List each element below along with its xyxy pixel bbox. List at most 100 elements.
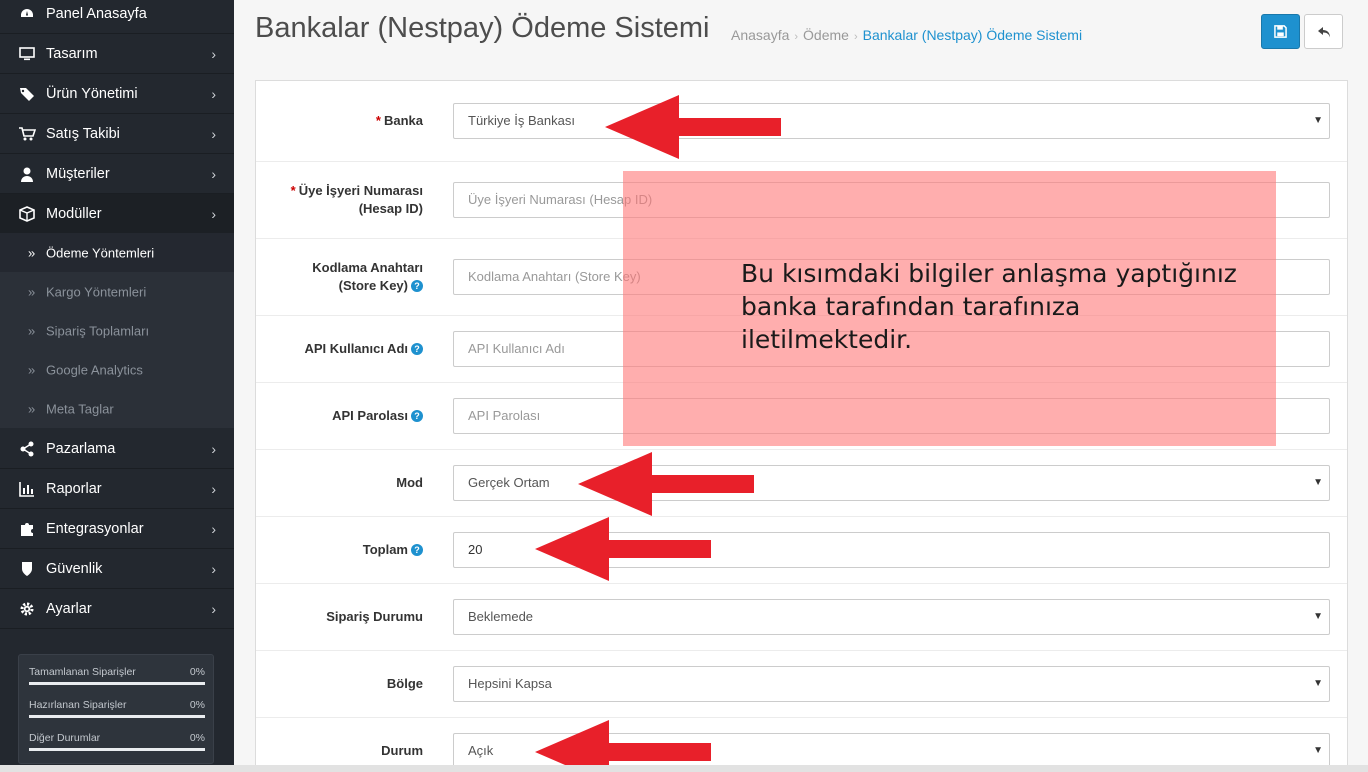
help-icon[interactable]: ?: [411, 544, 423, 556]
stat-completed: Tamamlanan Siparişler 0%: [29, 666, 205, 685]
stat-label: Tamamlanan Siparişler: [29, 666, 136, 678]
sidebar-item-label: Entegrasyonlar: [46, 520, 144, 537]
sidebar-item-dashboard[interactable]: Panel Anasayfa: [0, 0, 234, 34]
cube-icon: [19, 205, 35, 222]
field-label: * Banka: [375, 113, 423, 128]
sidebar-subitem-label: Ödeme Yöntemleri: [46, 245, 155, 260]
sidebar-item-label: Satış Takibi: [46, 125, 120, 142]
form-row-mode: Mod Gerçek Ortam ▼: [256, 450, 1347, 517]
annotation-box: Bu kısımdaki bilgiler anlaşma yaptığınız…: [623, 171, 1276, 446]
sidebar-item-products[interactable]: Ürün Yönetimi ›: [0, 74, 234, 114]
sidebar-item-reports[interactable]: Raporlar ›: [0, 469, 234, 509]
progress-bar: [29, 682, 205, 685]
sidebar-item-design[interactable]: Tasarım ›: [0, 34, 234, 74]
help-icon[interactable]: ?: [411, 410, 423, 422]
field-label: Sipariş Durumu: [326, 609, 423, 624]
sidebar-item-label: Ürün Yönetimi: [46, 85, 138, 102]
sidebar-item-marketing[interactable]: Pazarlama ›: [0, 429, 234, 469]
arrow-left-icon: [605, 95, 781, 159]
caret-down-icon: ▼: [1313, 115, 1323, 126]
page-header: Bankalar (Nestpay) Ödeme Sistemi Anasayf…: [234, 0, 1368, 68]
field-label: * Üye İşyeri Numarası (Hesap ID): [290, 183, 423, 216]
sidebar-item-label: Müşteriler: [46, 165, 110, 182]
share-icon: [20, 441, 34, 456]
sidebar-item-label: Ayarlar: [46, 600, 92, 617]
sidebar-subitem-label: Meta Taglar: [46, 401, 114, 416]
bank-select[interactable]: Türkiye İş Bankası ▼: [453, 103, 1330, 139]
breadcrumb-payment[interactable]: Ödeme: [803, 27, 849, 43]
form-row-region: Bölge Hepsini Kapsa ▼: [256, 651, 1347, 718]
double-chevron-icon: »: [28, 245, 36, 260]
stat-value: 0%: [189, 666, 205, 678]
user-icon: [21, 167, 33, 182]
sidebar-subitem-order-totals[interactable]: » Sipariş Toplamları: [0, 311, 234, 350]
chevron-right-icon: ›: [211, 45, 216, 62]
caret-down-icon: ▼: [1313, 611, 1323, 622]
sidebar-item-integrations[interactable]: Entegrasyonlar ›: [0, 509, 234, 549]
progress-bar: [29, 748, 205, 751]
save-icon: [1274, 25, 1287, 38]
caret-down-icon: ▼: [1313, 477, 1323, 488]
chevron-right-icon: ›: [211, 165, 216, 182]
breadcrumb-separator: ›: [794, 31, 799, 43]
sidebar-item-label: Güvenlik: [46, 560, 103, 577]
chevron-right-icon: ›: [211, 205, 216, 222]
sidebar-subitem-label: Sipariş Toplamları: [46, 323, 150, 338]
chevron-right-icon: ›: [211, 440, 216, 457]
field-label: API Kullanıcı Adı?: [304, 340, 423, 358]
sidebar-subitem-payment-methods[interactable]: » Ödeme Yöntemleri: [0, 233, 234, 272]
double-chevron-icon: »: [28, 284, 36, 299]
sidebar-subitem-meta-tags[interactable]: » Meta Taglar: [0, 389, 234, 428]
help-icon[interactable]: ?: [411, 280, 423, 292]
region-select[interactable]: Hepsini Kapsa ▼: [453, 666, 1330, 702]
sidebar-subitem-label: Google Analytics: [46, 362, 143, 377]
chevron-right-icon: ›: [211, 125, 216, 142]
sidebar-item-security[interactable]: Güvenlik ›: [0, 549, 234, 589]
stat-value: 0%: [189, 732, 205, 744]
breadcrumb: Anasayfa › Ödeme › Bankalar (Nestpay) Ödeme …: [731, 27, 1082, 43]
save-button[interactable]: [1261, 14, 1300, 49]
double-chevron-icon: »: [28, 401, 36, 416]
field-label: Toplam?: [363, 541, 423, 559]
order-stats-panel: Tamamlanan Siparişler 0% Hazırlanan Sipa…: [18, 654, 214, 764]
breadcrumb-current[interactable]: Bankalar (Nestpay) Ödeme Sistemi: [863, 27, 1082, 43]
back-button[interactable]: [1304, 14, 1343, 49]
field-label: Kodlama Anahtarı (Store Key)?: [312, 260, 423, 293]
breadcrumb-home[interactable]: Anasayfa: [731, 27, 789, 43]
annotation-text: Bu kısımdaki bilgiler anlaşma yaptığınız…: [741, 259, 1237, 354]
sidebar-item-label: Raporlar: [46, 480, 102, 497]
sidebar-item-label: Panel Anasayfa: [46, 5, 147, 22]
sidebar-subitem-google-analytics[interactable]: » Google Analytics: [0, 350, 234, 389]
gear-icon: [20, 602, 34, 615]
horizontal-scrollbar[interactable]: [0, 765, 1368, 772]
sidebar-item-modules[interactable]: Modüller ›: [0, 194, 234, 234]
sidebar: Panel Anasayfa Tasarım › Ürün Yönetimi ›…: [0, 0, 234, 772]
sidebar-item-sales[interactable]: Satış Takibi ›: [0, 114, 234, 154]
puzzle-icon: [21, 522, 33, 536]
monitor-icon: [19, 46, 35, 60]
field-label: Durum: [381, 743, 423, 758]
tags-icon: [20, 87, 34, 101]
stat-processing: Hazırlanan Siparişler 0%: [29, 699, 205, 718]
order-status-select[interactable]: Beklemede ▼: [453, 599, 1330, 635]
sidebar-subitem-shipping-methods[interactable]: » Kargo Yöntemleri: [0, 272, 234, 311]
form-row-status: Durum Açık ▼: [256, 718, 1347, 772]
caret-down-icon: ▼: [1313, 678, 1323, 689]
help-icon[interactable]: ?: [411, 343, 423, 355]
field-label: Mod: [396, 475, 423, 490]
cart-icon: [19, 126, 36, 140]
stat-other: Diğer Durumlar 0%: [29, 732, 205, 751]
sidebar-subitem-label: Kargo Yöntemleri: [46, 284, 147, 299]
dashboard-icon: [21, 8, 33, 17]
field-label: Bölge: [386, 676, 423, 691]
chevron-right-icon: ›: [211, 560, 216, 577]
sidebar-item-settings[interactable]: Ayarlar ›: [0, 589, 234, 629]
breadcrumb-separator: ›: [853, 31, 858, 43]
stat-label: Diğer Durumlar: [29, 732, 101, 744]
chevron-right-icon: ›: [211, 600, 216, 617]
sidebar-item-label: Pazarlama: [46, 440, 116, 457]
arrow-left-icon: [578, 452, 754, 516]
sidebar-item-customers[interactable]: Müşteriler ›: [0, 154, 234, 194]
double-chevron-icon: »: [28, 362, 36, 377]
sidebar-item-label: Tasarım: [46, 45, 98, 62]
